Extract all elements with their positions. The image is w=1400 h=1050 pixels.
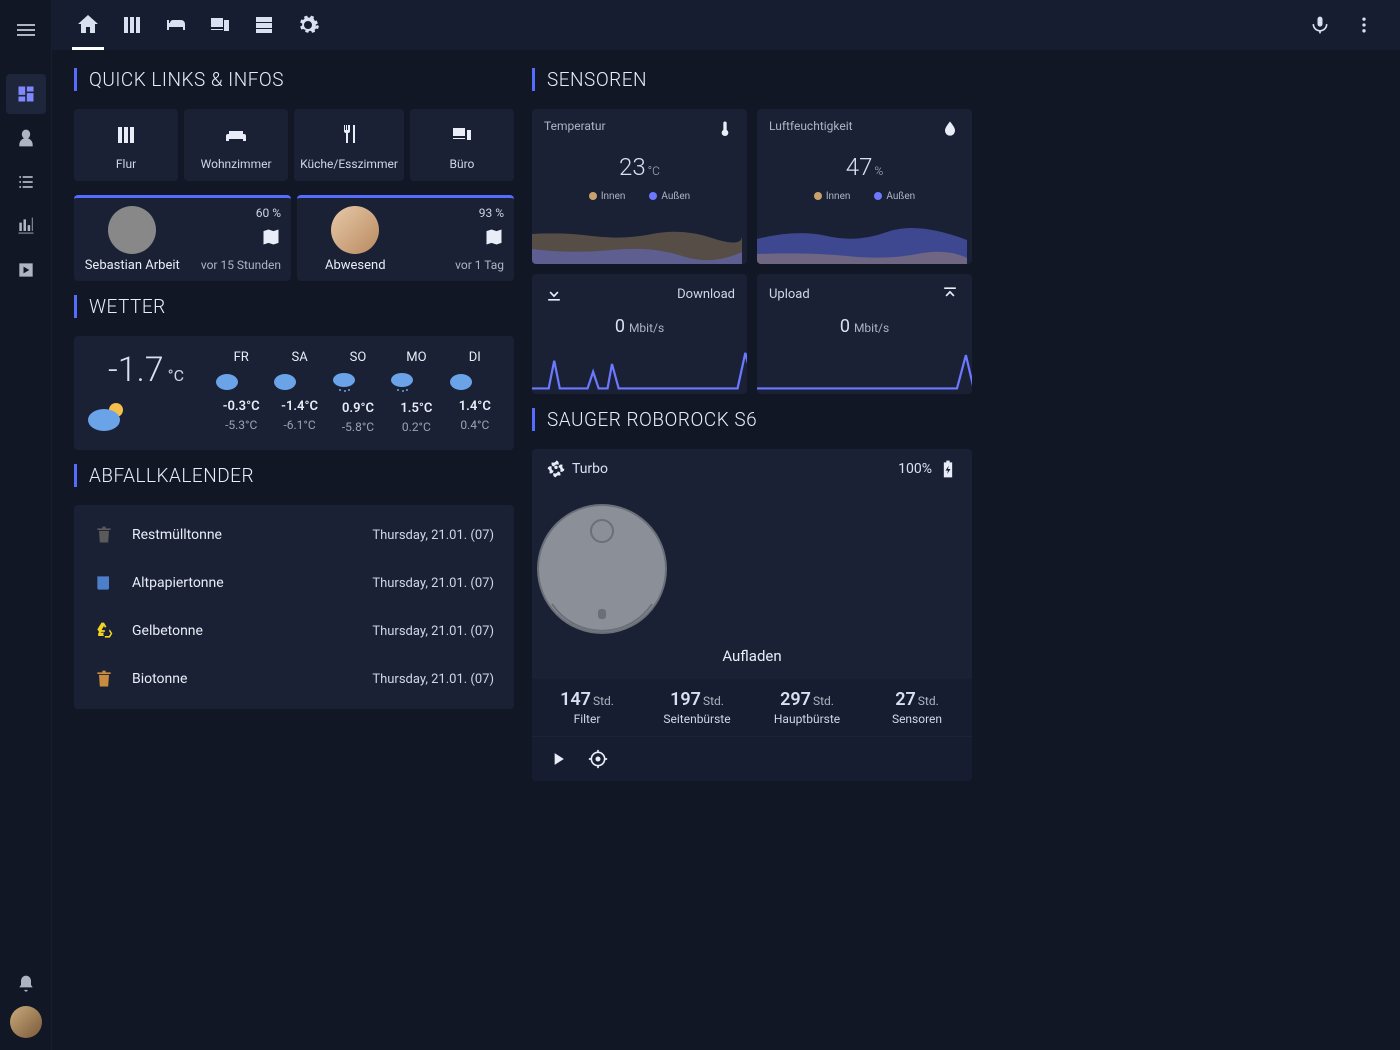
- person-photo: [331, 206, 379, 254]
- sensor-card-download[interactable]: Download 0Mbit/s: [532, 274, 747, 394]
- nav-list[interactable]: [6, 162, 46, 202]
- thermometer-icon: [715, 119, 735, 139]
- battery-charging-icon: [938, 459, 958, 479]
- menu-button[interactable]: [6, 10, 46, 50]
- person-card-0[interactable]: 60 % Sebastian Arbeit vor 15 Stunden: [74, 195, 291, 281]
- upload-chart: [757, 344, 972, 394]
- humidity-chart: [757, 214, 967, 264]
- section-title-abfall: ABFALLKALENDER: [74, 464, 514, 487]
- vacuum-start-button[interactable]: [548, 749, 568, 769]
- fan-icon: [546, 459, 566, 479]
- vacuum-card: Turbo 100% Aufladen: [532, 449, 972, 781]
- more-button[interactable]: [1342, 0, 1386, 50]
- bio-trash-icon: [94, 669, 114, 689]
- humidity-icon: [940, 119, 960, 139]
- nav-media[interactable]: [6, 250, 46, 290]
- section-title-wetter: WETTER: [74, 295, 514, 318]
- section-title-sensoren: SENSOREN: [532, 68, 972, 91]
- tab-server[interactable]: [242, 0, 286, 50]
- waste-row[interactable]: Restmülltonne Thursday, 21.01. (07): [74, 511, 514, 559]
- section-title-sauger: SAUGER ROBOROCK S6: [532, 408, 972, 431]
- tab-devices[interactable]: [198, 0, 242, 50]
- tab-bed[interactable]: [154, 0, 198, 50]
- vacuum-stats: 147Std.Filter 197Std.Seitenbürste 297Std…: [532, 679, 972, 736]
- weather-now-icon: [86, 398, 206, 436]
- upload-icon: [940, 284, 960, 304]
- nav-person[interactable]: [6, 118, 46, 158]
- weather-card[interactable]: -1.7°C FR-0.3°C-5.3°C SA-1.4°C-6.1°C SO0…: [74, 336, 514, 450]
- waste-row[interactable]: Biotonne Thursday, 21.01. (07): [74, 655, 514, 703]
- sensor-card-upload[interactable]: Upload 0Mbit/s: [757, 274, 972, 394]
- person-card-1[interactable]: 93 % Abwesend vor 1 Tag: [297, 195, 514, 281]
- kitchen-icon: [337, 123, 361, 147]
- waste-list: Restmülltonne Thursday, 21.01. (07) Altp…: [74, 505, 514, 709]
- sensor-card-humidity[interactable]: Luftfeuchtigkeit 47% InnenAußen: [757, 109, 972, 264]
- tab-doors[interactable]: [110, 0, 154, 50]
- nav-charts[interactable]: [6, 206, 46, 246]
- recycle-icon: [94, 621, 114, 641]
- voice-button[interactable]: [1298, 0, 1342, 50]
- vacuum-illustration: [532, 499, 672, 639]
- office-icon: [450, 123, 474, 147]
- quick-link-kueche[interactable]: Küche/Esszimmer: [294, 109, 404, 181]
- quick-link-wohnzimmer[interactable]: Wohnzimmer: [184, 109, 288, 181]
- quick-link-flur[interactable]: Flur: [74, 109, 178, 181]
- map-icon: [185, 227, 282, 254]
- vacuum-mode[interactable]: Turbo: [546, 459, 608, 479]
- user-avatar[interactable]: [10, 1006, 42, 1038]
- door-icon: [114, 123, 138, 147]
- person-photo: [108, 206, 156, 254]
- section-title-quick: QUICK LINKS & INFOS: [74, 68, 514, 91]
- map-icon: [408, 227, 505, 254]
- quick-links-grid: Flur Wohnzimmer Küche/Esszimmer Büro: [74, 109, 514, 181]
- sofa-icon: [224, 123, 248, 147]
- download-chart: [532, 344, 747, 394]
- tab-settings[interactable]: [286, 0, 330, 50]
- sidebar: [0, 0, 52, 1050]
- temp-chart: [532, 214, 742, 264]
- sensor-card-temp[interactable]: Temperatur 23°C InnenAußen: [532, 109, 747, 264]
- top-tab-bar: [52, 0, 1400, 50]
- vacuum-locate-button[interactable]: [588, 749, 608, 769]
- vacuum-battery: 100%: [898, 459, 958, 479]
- tab-home[interactable]: [66, 0, 110, 50]
- notifications-button[interactable]: [6, 964, 46, 1004]
- quick-link-buero[interactable]: Büro: [410, 109, 514, 181]
- download-icon: [544, 284, 564, 304]
- newspaper-icon: [94, 573, 114, 593]
- waste-row[interactable]: Altpapiertonne Thursday, 21.01. (07): [74, 559, 514, 607]
- nav-dashboard[interactable]: [6, 74, 46, 114]
- trash-icon: [94, 525, 114, 545]
- forecast-grid: FR-0.3°C-5.3°C SA-1.4°C-6.1°C SO0.9°C-5.…: [214, 350, 502, 434]
- waste-row[interactable]: Gelbetonne Thursday, 21.01. (07): [74, 607, 514, 655]
